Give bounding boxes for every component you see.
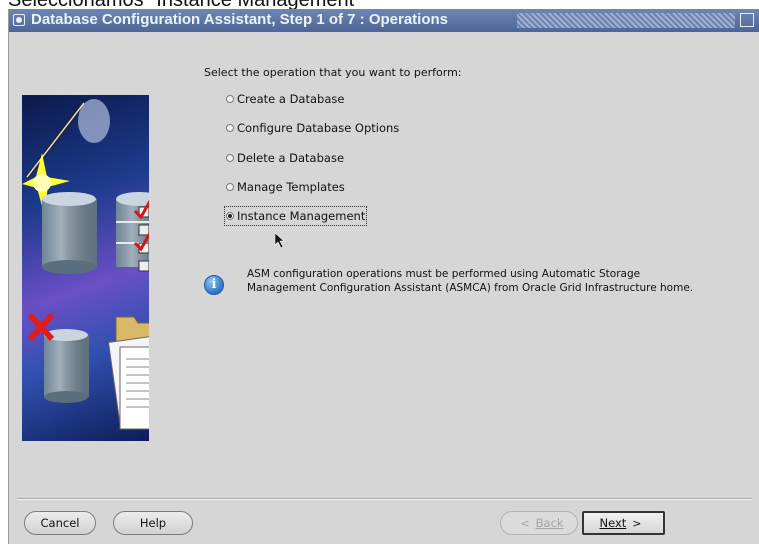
option-label: Configure Database Options	[237, 121, 400, 135]
help-button[interactable]: Help	[113, 511, 193, 535]
chevron-left-icon: <	[520, 516, 530, 530]
option-instance-management[interactable]: Instance Management	[223, 206, 368, 226]
delete-database-icon	[27, 312, 89, 403]
info-line: Management Configuration Assistant (ASMC…	[247, 282, 694, 294]
radio-button[interactable]	[226, 154, 234, 162]
mouse-pointer-icon	[275, 233, 285, 249]
folder-icon	[107, 316, 149, 430]
window-title: Database Configuration Assistant, Step 1…	[31, 11, 449, 28]
operation-prompt: Select the operation that you want to pe…	[204, 66, 462, 79]
back-button[interactable]: < Back	[500, 511, 578, 535]
option-label: Delete a Database	[237, 151, 345, 165]
info-line: ASM configuration operations must be per…	[247, 268, 641, 280]
help-label: Help	[139, 516, 167, 530]
radio-button[interactable]	[226, 183, 234, 191]
option-delete-database[interactable]: Delete a Database	[226, 150, 344, 166]
dbca-window: Database Configuration Assistant, Step 1…	[8, 9, 759, 544]
cancel-button[interactable]: Cancel	[24, 511, 96, 535]
option-label: Create a Database	[237, 92, 345, 106]
option-label: Manage Templates	[237, 180, 345, 194]
asm-info-message: ASM configuration operations must be per…	[247, 267, 693, 295]
radio-button[interactable]	[226, 95, 234, 103]
radio-button[interactable]	[226, 124, 234, 132]
chevron-right-icon: >	[632, 516, 642, 530]
back-label: Back	[535, 516, 564, 530]
option-label: Instance Management	[237, 209, 366, 223]
database-icon	[42, 192, 97, 274]
button-divider	[17, 498, 752, 500]
window-menu-icon[interactable]	[13, 14, 25, 26]
next-button[interactable]: Next >	[582, 511, 665, 535]
option-create-database[interactable]: Create a Database	[226, 91, 344, 107]
option-manage-templates[interactable]: Manage Templates	[226, 179, 345, 195]
title-bar[interactable]: Database Configuration Assistant, Step 1…	[9, 9, 759, 32]
next-label: Next	[599, 516, 627, 530]
radio-button-selected[interactable]	[226, 212, 234, 220]
title-bar-grip	[517, 13, 735, 28]
wizard-illustration	[22, 95, 149, 441]
option-configure-database-options[interactable]: Configure Database Options	[226, 120, 399, 136]
cancel-label: Cancel	[40, 516, 80, 530]
maximize-icon[interactable]	[740, 13, 754, 27]
info-icon: i	[204, 275, 224, 295]
